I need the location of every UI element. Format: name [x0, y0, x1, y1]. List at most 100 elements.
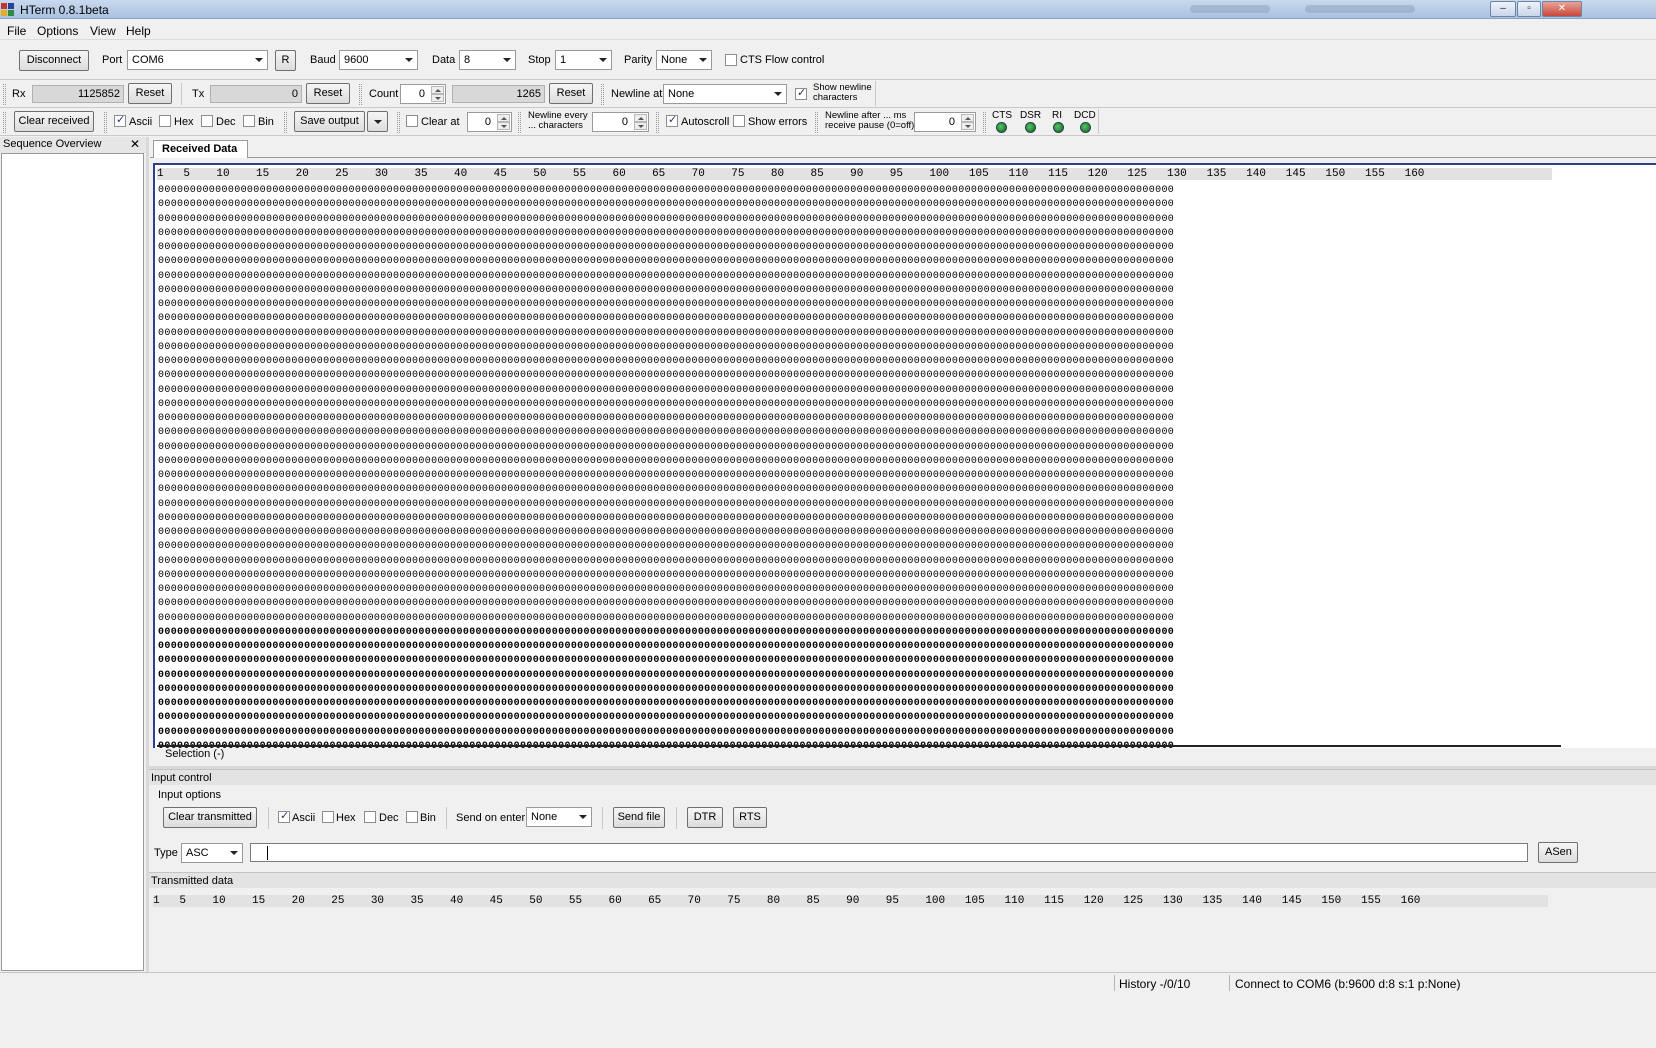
newline-at-select[interactable]: None	[663, 84, 787, 104]
app-icon	[1, 3, 15, 16]
toolbar-grip[interactable]	[518, 112, 521, 133]
toolbar-grip[interactable]	[656, 112, 659, 133]
divider	[1229, 975, 1230, 991]
newline-every-label: Newline every ... characters	[528, 110, 588, 131]
clear-received-button[interactable]: Clear received	[14, 111, 94, 132]
menu-options[interactable]: Options	[37, 24, 78, 38]
data-bits-select[interactable]: 8	[459, 50, 516, 70]
received-data-view[interactable]: 1 5 10 15 20 25 30 35 40 45 50 55 60 65 …	[153, 163, 1656, 748]
rts-button[interactable]: RTS	[733, 807, 767, 828]
newline-at-value: None	[668, 88, 695, 100]
toolbar-grip[interactable]	[397, 112, 400, 133]
asend-button[interactable]: ASen	[1538, 842, 1578, 863]
toolbar-grip[interactable]	[284, 112, 287, 133]
spin-down-icon[interactable]	[961, 122, 974, 130]
newline-after-value: 0	[948, 116, 955, 128]
chevron-down-icon	[599, 58, 607, 62]
tab-received-data[interactable]: Received Data	[153, 140, 248, 158]
toolbar-grip[interactable]	[601, 84, 604, 105]
show-errors-checkbox[interactable]	[733, 115, 745, 127]
ri-led-icon	[1053, 122, 1064, 133]
send-file-button[interactable]: Send file	[613, 807, 665, 828]
newline-every-spinner[interactable]: 0	[592, 112, 649, 132]
save-output-button[interactable]: Save output	[294, 111, 365, 132]
data-label: Data	[432, 54, 456, 66]
send-on-enter-select[interactable]: None	[526, 807, 592, 827]
autoscroll-checkbox[interactable]	[666, 113, 678, 127]
divider	[0, 79, 1656, 80]
rx-dec-checkbox[interactable]	[201, 115, 213, 127]
dtr-button[interactable]: DTR	[687, 807, 723, 828]
count-reset-button[interactable]: Reset	[549, 83, 593, 104]
rx-hex-checkbox[interactable]	[159, 115, 171, 127]
toolbar-grip[interactable]	[359, 84, 362, 105]
stop-bits-select[interactable]: 1	[555, 50, 612, 70]
toolbar-grip[interactable]	[3, 112, 6, 133]
divider	[157, 745, 1561, 747]
clear-at-checkbox[interactable]	[406, 115, 418, 127]
sequence-overview-list[interactable]	[1, 153, 144, 971]
newline-after-spinner[interactable]: 0	[914, 112, 976, 132]
spin-up-icon[interactable]	[431, 86, 444, 94]
tx-dec-checkbox[interactable]	[364, 811, 376, 823]
spin-down-icon[interactable]	[497, 122, 510, 130]
title-decoration	[1190, 5, 1270, 13]
status-bar: History -/0/10 Connect to COM6 (b:9600 d…	[0, 972, 1656, 992]
port-select[interactable]: COM6	[127, 50, 268, 70]
baud-label: Baud	[310, 54, 336, 66]
tx-reset-button[interactable]: Reset	[306, 83, 350, 104]
text-caret	[267, 846, 268, 860]
window-title: HTerm 0.8.1beta	[20, 3, 109, 17]
parity-select[interactable]: None	[656, 50, 712, 70]
close-icon[interactable]: ✕	[1542, 1, 1582, 17]
chevron-down-icon	[774, 92, 782, 96]
rx-dec-label: Dec	[216, 116, 236, 128]
toolbar-grip[interactable]	[815, 112, 818, 133]
title-bar: HTerm 0.8.1beta – ▫ ✕	[0, 0, 1656, 19]
rx-ascii-label: Ascii	[129, 116, 153, 128]
spin-down-icon[interactable]	[634, 122, 647, 130]
cts-led-label: CTS	[992, 110, 1012, 121]
menu-help[interactable]: Help	[126, 24, 151, 38]
clear-at-spinner[interactable]: 0	[467, 112, 512, 132]
menu-view[interactable]: View	[90, 24, 116, 38]
tx-ascii-checkbox[interactable]	[278, 809, 290, 823]
rx-ascii-checkbox[interactable]	[114, 113, 126, 127]
rx-reset-button[interactable]: Reset	[128, 83, 172, 104]
ri-led-label: RI	[1052, 110, 1062, 121]
spin-up-icon[interactable]	[497, 114, 510, 122]
chevron-down-icon	[230, 851, 238, 855]
save-output-menu-button[interactable]	[367, 111, 388, 132]
sequence-overview-header: Sequence Overview ✕	[0, 137, 146, 153]
port-label: Port	[102, 54, 123, 66]
count-spinner[interactable]: 0	[400, 84, 446, 104]
spin-up-icon[interactable]	[634, 114, 647, 122]
maximize-icon[interactable]: ▫	[1517, 1, 1541, 17]
show-newline-label: Show newline characters	[813, 82, 872, 103]
stop-label: Stop	[528, 54, 551, 66]
rx-bin-checkbox[interactable]	[243, 115, 255, 127]
toolbar-grip[interactable]	[3, 84, 6, 105]
baud-select[interactable]: 9600	[339, 50, 418, 70]
close-icon[interactable]: ✕	[130, 137, 140, 152]
cts-flow-checkbox[interactable]	[725, 54, 737, 66]
rx-hex-label: Hex	[174, 116, 194, 128]
chevron-down-icon	[579, 815, 587, 819]
show-newline-checkbox[interactable]	[795, 86, 807, 100]
toolbar-grip[interactable]	[104, 112, 107, 133]
panel-splitter[interactable]	[146, 137, 149, 972]
clear-transmitted-button[interactable]: Clear transmitted	[163, 807, 257, 828]
spin-down-icon[interactable]	[431, 94, 444, 102]
tx-hex-checkbox[interactable]	[322, 811, 334, 823]
type-select[interactable]: ASC	[181, 843, 243, 863]
type-label: Type	[154, 847, 178, 859]
menu-file[interactable]: File	[7, 24, 26, 38]
send-input[interactable]	[250, 843, 1528, 862]
tx-bin-checkbox[interactable]	[406, 811, 418, 823]
refresh-ports-button[interactable]: R	[275, 50, 296, 71]
disconnect-button[interactable]: Disconnect	[19, 50, 89, 71]
toolbar-grip[interactable]	[983, 112, 986, 133]
spin-up-icon[interactable]	[961, 114, 974, 122]
minimize-icon[interactable]: –	[1490, 1, 1516, 17]
autoscroll-label: Autoscroll	[681, 116, 730, 128]
